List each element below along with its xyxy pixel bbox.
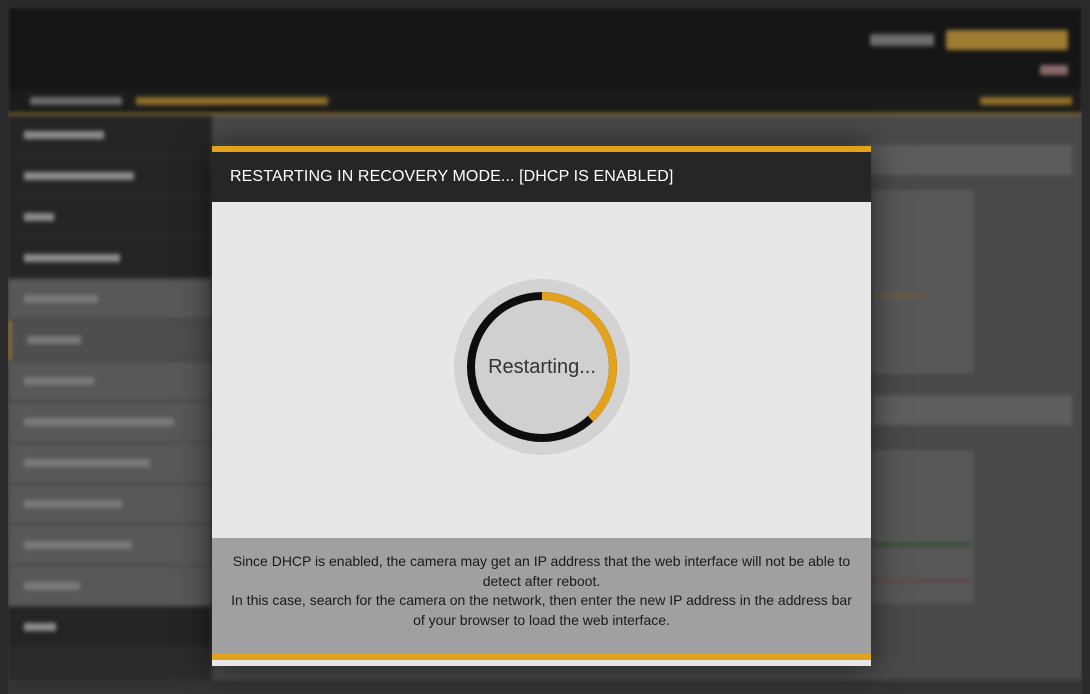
sidebar (8, 115, 211, 694)
breadcrumb-root (30, 97, 122, 105)
dialog-header: RESTARTING IN RECOVERY MODE... [DHCP IS … (212, 146, 871, 202)
sidebar-item (8, 197, 211, 238)
top-bar-button (946, 30, 1068, 50)
breadcrumb (8, 89, 1082, 115)
sidebar-item-active (8, 320, 211, 361)
content-line (873, 543, 971, 546)
top-bar-link (870, 34, 934, 46)
breadcrumb-action (980, 97, 1072, 105)
dialog-message-line2: In this case, search for the camera on t… (231, 592, 852, 628)
sidebar-item (8, 402, 211, 443)
dialog-footer: Since DHCP is enabled, the camera may ge… (212, 538, 871, 660)
sidebar-item (8, 525, 211, 566)
dialog-message-line1: Since DHCP is enabled, the camera may ge… (232, 553, 851, 589)
sidebar-item (8, 361, 211, 402)
content-line (873, 295, 923, 297)
sidebar-item (8, 484, 211, 525)
dialog-body: Restarting... (212, 202, 871, 538)
content-panel (873, 191, 973, 373)
top-bar (8, 7, 1082, 89)
content-line (873, 580, 971, 582)
sidebar-item (8, 279, 211, 320)
sidebar-item (8, 566, 211, 607)
sidebar-item (8, 156, 211, 197)
progress-ring-icon: Restarting... (454, 279, 630, 455)
language-selector (1040, 65, 1068, 75)
breadcrumb-path (136, 97, 328, 105)
sidebar-item (8, 238, 211, 279)
dialog-title: RESTARTING IN RECOVERY MODE... [DHCP IS … (230, 168, 674, 185)
content-band (873, 395, 1072, 425)
sidebar-item (8, 115, 211, 156)
sidebar-item (8, 607, 211, 648)
sidebar-item (8, 443, 211, 484)
spinner-label: Restarting... (488, 355, 596, 378)
restart-dialog: RESTARTING IN RECOVERY MODE... [DHCP IS … (212, 146, 871, 666)
footer-bar (8, 680, 1082, 694)
